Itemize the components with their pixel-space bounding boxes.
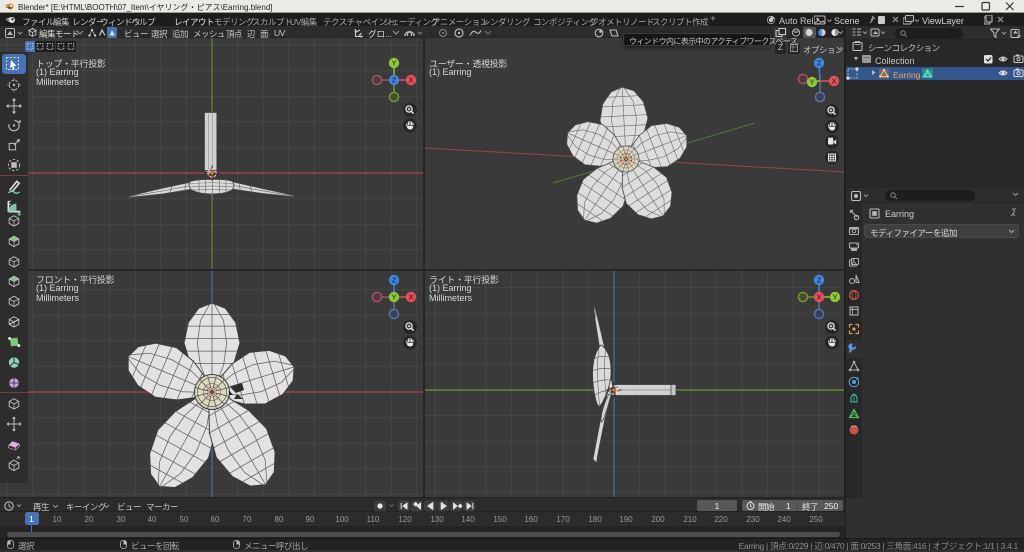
svg-text:90: 90 (306, 515, 315, 524)
svg-text:140: 140 (461, 515, 475, 524)
svg-text:30: 30 (117, 515, 126, 524)
svg-text:110: 110 (367, 515, 380, 524)
svg-text:Y: Y (391, 293, 396, 302)
svg-text:210: 210 (683, 515, 697, 524)
svg-text:190: 190 (619, 515, 633, 524)
svg-text:Y: Y (391, 59, 396, 68)
svg-text:120: 120 (398, 515, 412, 524)
svg-text:70: 70 (243, 515, 252, 524)
svg-text:Z: Z (817, 276, 822, 285)
svg-text:130: 130 (430, 515, 444, 524)
svg-text:250: 250 (809, 515, 823, 524)
svg-text:230: 230 (746, 515, 760, 524)
svg-text:Z: Z (392, 276, 397, 285)
svg-text:20: 20 (85, 515, 94, 524)
svg-text:150: 150 (493, 515, 507, 524)
svg-text:Y: Y (809, 78, 814, 87)
svg-text:220: 220 (714, 515, 728, 524)
svg-text:X: X (408, 76, 413, 85)
svg-text:40: 40 (148, 515, 157, 524)
svg-text:100: 100 (335, 515, 349, 524)
svg-text:X: X (831, 77, 836, 86)
svg-text:X: X (816, 293, 821, 302)
svg-text:60: 60 (211, 515, 220, 524)
svg-text:Z: Z (817, 59, 822, 68)
svg-text:10: 10 (53, 515, 62, 524)
svg-text:X: X (408, 293, 413, 302)
svg-text:170: 170 (556, 515, 570, 524)
svg-text:200: 200 (651, 515, 665, 524)
svg-text:180: 180 (588, 515, 602, 524)
svg-text:50: 50 (180, 515, 189, 524)
svg-text:80: 80 (275, 515, 284, 524)
svg-text:Y: Y (832, 293, 837, 302)
svg-text:160: 160 (524, 515, 538, 524)
svg-text:Z: Z (392, 76, 397, 85)
svg-text:240: 240 (777, 515, 791, 524)
